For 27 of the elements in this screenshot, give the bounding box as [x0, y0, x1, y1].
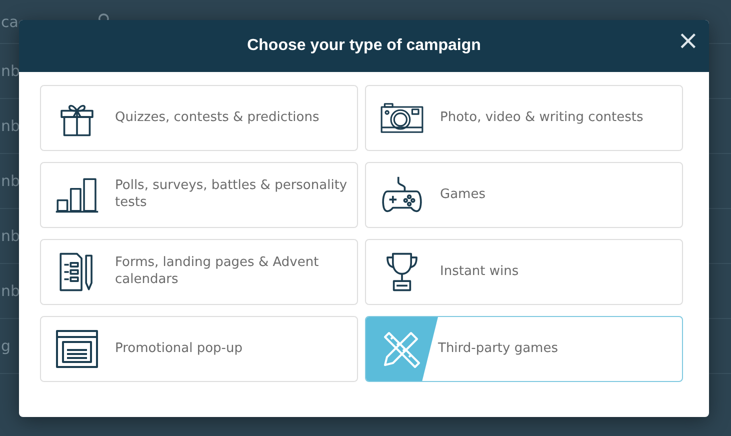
- card-label: Forms, landing pages & Advent calendars: [114, 255, 320, 289]
- campaign-type-card[interactable]: Promotional pop-up: [40, 316, 358, 382]
- window-icon: [55, 329, 99, 369]
- card-label: Quizzes, contests & predictions: [114, 110, 320, 126]
- campaign-type-card[interactable]: Polls, surveys, battles & personality tests: [40, 162, 358, 228]
- campaign-type-card[interactable]: Quizzes, contests & predictions: [40, 85, 358, 151]
- card-label: Third-party games: [437, 340, 559, 358]
- table-cell: nb: [1, 227, 20, 245]
- campaign-type-card[interactable]: Photo, video & writing contests: [365, 85, 683, 151]
- close-button[interactable]: ×: [675, 28, 701, 54]
- card-label: Instant wins: [439, 264, 520, 280]
- card-label: Promotional pop-up: [114, 340, 244, 358]
- page-title: ca: [1, 13, 18, 31]
- gamepad-icon: [380, 175, 424, 215]
- campaign-type-card[interactable]: Instant wins: [365, 239, 683, 305]
- card-label: Photo, video & writing contests: [439, 110, 644, 126]
- dialog-title: Choose your type of campaign: [247, 37, 481, 55]
- campaign-type-card[interactable]: Games: [365, 162, 683, 228]
- card-label: Polls, surveys, battles & personality tests: [114, 178, 348, 212]
- campaign-type-card[interactable]: Forms, landing pages & Advent calendars: [40, 239, 358, 305]
- table-cell: nb: [1, 62, 20, 80]
- table-cell: g: [1, 337, 11, 355]
- table-cell: nb: [1, 172, 20, 190]
- table-cell: nb: [1, 117, 20, 135]
- campaign-type-card[interactable]: Third-party games: [365, 316, 683, 382]
- card-label: Games: [439, 186, 486, 204]
- table-cell: nb: [1, 282, 20, 300]
